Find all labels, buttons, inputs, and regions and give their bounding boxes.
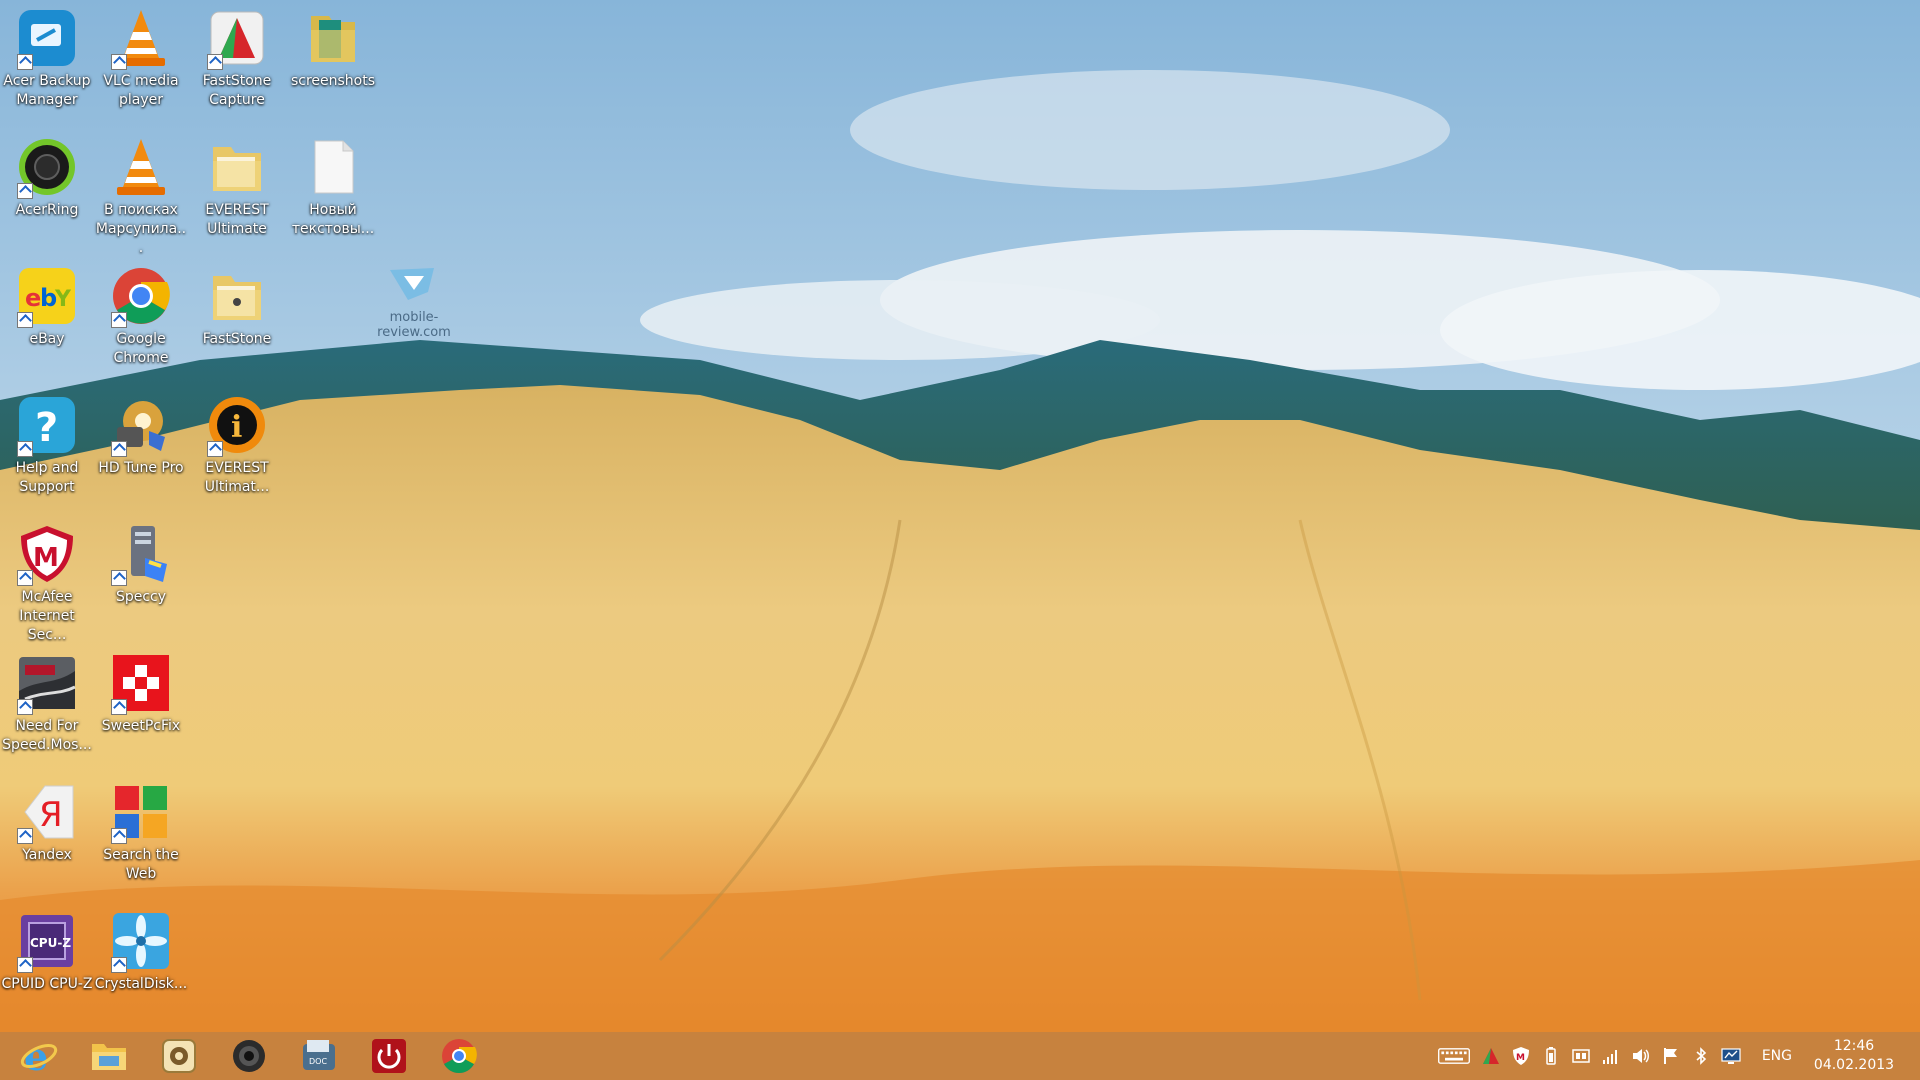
- desktop-icon-google-chrome[interactable]: Google Chrome: [94, 258, 188, 386]
- acer-backup-icon: [15, 6, 79, 70]
- internet-explorer-icon: e: [20, 1036, 58, 1076]
- display-icon[interactable]: [1720, 1045, 1742, 1067]
- folder-icon: [205, 264, 269, 328]
- signal-icon[interactable]: [1600, 1045, 1622, 1067]
- svg-text:Я: Я: [39, 795, 63, 835]
- desktop-icon-crystaldisk[interactable]: CrystalDisk...: [94, 903, 188, 1031]
- clock[interactable]: 12:46 04.02.2013: [1806, 1037, 1902, 1075]
- svg-text:?: ?: [35, 405, 58, 451]
- network-adapter-icon[interactable]: [1570, 1045, 1592, 1067]
- desktop-icon-help-and-support[interactable]: ? Help and Support: [0, 387, 94, 515]
- desktop-icon-acer-backup-manager[interactable]: Acer Backup Manager: [0, 0, 94, 128]
- watermark-logo-icon: [390, 268, 434, 300]
- bluetooth-icon[interactable]: [1690, 1045, 1712, 1067]
- hdtune-icon: [109, 393, 173, 457]
- everest-icon: i: [205, 393, 269, 457]
- taskbar-webcam[interactable]: [218, 1032, 280, 1080]
- svg-text:Y: Y: [54, 287, 72, 312]
- keyboard-icon[interactable]: [1436, 1045, 1472, 1067]
- svg-text:DOC: DOC: [309, 1057, 327, 1066]
- flag-icon[interactable]: [1660, 1045, 1682, 1067]
- taskbar-file-explorer[interactable]: [78, 1032, 140, 1080]
- desktop-icon-search-the-web[interactable]: Search the Web: [94, 774, 188, 902]
- taskbar: e DOC M ENG 12:46 04.02.2013: [0, 1032, 1920, 1080]
- chrome-icon: [109, 264, 173, 328]
- crystaldisk-icon: [109, 909, 173, 973]
- taskbar-power[interactable]: [358, 1032, 420, 1080]
- svg-text:e: e: [24, 1036, 48, 1076]
- desktop[interactable]: mobile-review.com Acer Backup Manager Ac…: [0, 0, 1920, 1032]
- file-explorer-icon: [92, 1044, 126, 1070]
- desktop-icon-everest-ultimate[interactable]: i EVEREST Ultimat...: [190, 387, 284, 515]
- svg-text:CPU-Z: CPU-Z: [30, 936, 71, 950]
- taskbar-chrome[interactable]: [428, 1032, 490, 1080]
- faststone-capture-icon: [205, 6, 269, 70]
- svg-text:i: i: [231, 410, 242, 445]
- yandex-icon: Я: [15, 780, 79, 844]
- power-button-icon: [372, 1039, 406, 1073]
- clock-date: 04.02.2013: [1813, 1057, 1895, 1073]
- svg-text:e: e: [25, 284, 41, 312]
- desktop-icon-marsupilami[interactable]: В поисках Марсупила...: [94, 129, 188, 257]
- ebay-icon: ebY: [15, 264, 79, 328]
- media-app-icon: [162, 1039, 196, 1073]
- desktop-icon-mcafee[interactable]: M McAfee Internet Sec...: [0, 516, 94, 644]
- cpuz-icon: CPU-Z: [15, 909, 79, 973]
- language-indicator[interactable]: ENG: [1762, 1048, 1792, 1064]
- desktop-icon-yandex[interactable]: Я Yandex: [0, 774, 94, 902]
- mcafee-icon: M: [15, 522, 79, 586]
- desktop-icon-screenshots[interactable]: screenshots: [286, 0, 380, 128]
- desktop-icon-cpuz[interactable]: CPU-Z CPUID CPU-Z: [0, 903, 94, 1031]
- text-document-icon: [301, 135, 365, 199]
- speccy-icon: [109, 522, 173, 586]
- help-icon: ?: [15, 393, 79, 457]
- acerring-icon: [15, 135, 79, 199]
- desktop-icon-sweetpcfix[interactable]: SweetPcFix: [94, 645, 188, 773]
- webcam-icon: [233, 1040, 265, 1072]
- svg-text:M: M: [33, 543, 59, 573]
- folder-icon: [205, 135, 269, 199]
- chrome-icon: [442, 1039, 477, 1073]
- document-scanner-icon: DOC: [303, 1040, 335, 1070]
- nfs-icon: [15, 651, 79, 715]
- sweetpcfix-icon: [109, 651, 173, 715]
- battery-icon[interactable]: [1540, 1045, 1562, 1067]
- desktop-icon-hd-tune-pro[interactable]: HD Tune Pro: [94, 387, 188, 515]
- watermark: mobile-review.com: [354, 262, 474, 340]
- faststone-tray-icon[interactable]: [1480, 1045, 1502, 1067]
- system-tray: M ENG 12:46 04.02.2013: [1432, 1032, 1920, 1080]
- desktop-icon-acerring[interactable]: AcerRing: [0, 129, 94, 257]
- taskbar-internet-explorer[interactable]: e: [8, 1032, 70, 1080]
- volume-icon[interactable]: [1630, 1045, 1652, 1067]
- svg-text:M: M: [1516, 1053, 1525, 1063]
- clock-time: 12:46: [1833, 1038, 1875, 1054]
- desktop-icon-vlc[interactable]: VLC media player: [94, 0, 188, 128]
- folder-icon: [301, 6, 365, 70]
- desktop-icon-speccy[interactable]: Speccy: [94, 516, 188, 644]
- taskbar-document-scanner[interactable]: DOC: [288, 1032, 350, 1080]
- desktop-icon-everest-ultimate-folder[interactable]: EVEREST Ultimate: [190, 129, 284, 257]
- taskbar-media-app[interactable]: [148, 1032, 210, 1080]
- desktop-icon-need-for-speed[interactable]: Need For Speed.Mos...: [0, 645, 94, 773]
- desktop-icon-new-text-document[interactable]: Новый текстовы...: [286, 129, 380, 257]
- vlc-icon: [109, 135, 173, 199]
- desktop-icon-ebay[interactable]: ebY eBay: [0, 258, 94, 386]
- desktop-icon-faststone-capture[interactable]: FastStone Capture: [190, 0, 284, 128]
- vlc-icon: [109, 6, 173, 70]
- watermark-text: mobile-review.com: [377, 310, 451, 340]
- desktop-icon-faststone-folder[interactable]: FastStone: [190, 258, 284, 386]
- search-web-icon: [109, 780, 173, 844]
- mcafee-shield-icon[interactable]: M: [1510, 1045, 1532, 1067]
